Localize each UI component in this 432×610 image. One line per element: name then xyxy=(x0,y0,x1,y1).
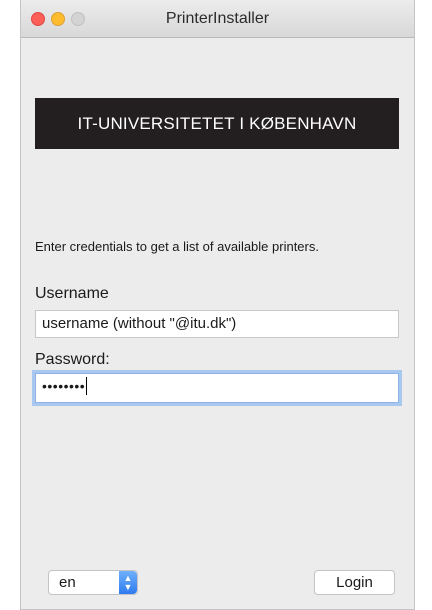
username-field[interactable]: username (without "@itu.dk") xyxy=(35,310,399,338)
login-button[interactable]: Login xyxy=(314,570,395,595)
printer-installer-window: PrinterInstaller IT-UNIVERSITETET I KØBE… xyxy=(20,0,415,610)
password-label: Password: xyxy=(35,351,110,368)
university-logo: IT-UNIVERSITETET I KØBENHAVN xyxy=(35,98,399,149)
password-field[interactable]: •••••••• xyxy=(35,373,399,403)
language-selected-value: en xyxy=(59,574,76,591)
up-down-chevron-icon[interactable]: ▲ ▼ xyxy=(119,571,137,594)
instructions-text: Enter credentials to get a list of avail… xyxy=(35,239,319,254)
language-select[interactable]: en ▲ ▼ xyxy=(48,570,138,595)
title-bar[interactable]: PrinterInstaller xyxy=(21,0,414,38)
username-label: Username xyxy=(35,285,109,302)
password-masked-value: •••••••• xyxy=(42,378,86,395)
text-cursor xyxy=(86,377,88,396)
username-value: username (without "@itu.dk") xyxy=(42,315,237,332)
window-title: PrinterInstaller xyxy=(165,10,270,27)
